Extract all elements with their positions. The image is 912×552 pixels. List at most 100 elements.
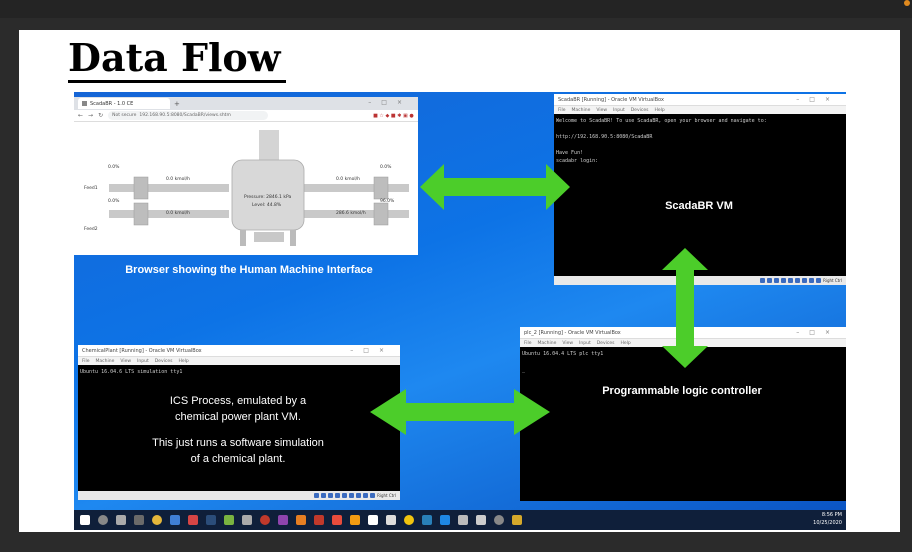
app-icon[interactable] (350, 515, 360, 525)
recording-indicator (904, 0, 910, 6)
chem-vm-menu[interactable]: File Machine View Input Devices Help (78, 357, 400, 365)
plc-vm-label: Programmable logic controller (602, 385, 762, 397)
terminal-line: Ubuntu 16.04.6 LTS simulation tty1 (80, 369, 183, 375)
hmi-flow-top-left: 0.0 kmol/h (166, 176, 190, 182)
chem-label-line: ICS Process, emulated by a (169, 395, 307, 407)
menu-input[interactable]: Input (613, 108, 625, 113)
chem-terminal[interactable]: Ubuntu 16.04.6 LTS simulation tty1 ICS P… (78, 365, 400, 491)
window-controls[interactable]: –□× (796, 96, 840, 103)
app-icon[interactable] (494, 515, 504, 525)
window-controls[interactable]: –□× (350, 347, 394, 354)
arrow-chem-plc (370, 389, 550, 435)
app-icon[interactable] (368, 515, 378, 525)
hmi-level: Level: 44.8% (252, 202, 282, 208)
taskbar-clock[interactable]: 8:56 PM 10/25/2020 (813, 511, 842, 527)
window-controls[interactable]: –□× (796, 329, 840, 336)
hmi-pressure: Pressure: 2846.1 kPa (244, 194, 291, 200)
app-icon[interactable] (332, 515, 342, 525)
chem-status-bar: Right Ctrl (78, 491, 400, 500)
address-bar[interactable]: Not secure 192.168.90.5:8080/ScadaBR/vie… (108, 111, 269, 120)
app-icon[interactable] (458, 515, 468, 525)
terminal-line: Have Fun! (556, 150, 584, 156)
menu-view[interactable]: View (120, 359, 131, 364)
back-icon[interactable]: ← (78, 112, 83, 119)
menu-devices[interactable]: Devices (155, 359, 173, 364)
tab-title: ScadaBR - 1.0 CE (90, 100, 134, 107)
not-secure-label: Not secure (112, 113, 137, 118)
app-icon[interactable] (386, 515, 396, 525)
clock-date: 10/25/2020 (813, 520, 842, 526)
arrow-browser-scadabr (420, 164, 570, 210)
menu-file[interactable]: File (524, 341, 532, 346)
hmi-pct-top-right: 0.0% (380, 164, 392, 170)
app-icon[interactable] (170, 515, 180, 525)
app-icon[interactable] (404, 515, 414, 525)
chrome-icon[interactable] (152, 515, 162, 525)
app-icon[interactable] (422, 515, 432, 525)
clock-time: 8:56 PM (821, 512, 842, 518)
app-icon[interactable] (314, 515, 324, 525)
app-icon[interactable] (476, 515, 486, 525)
hmi-diagram: 0.0% 0.0 kmol/h Feed1 0.0% 0.0 kmol/h Fe… (84, 130, 409, 246)
steam-icon[interactable] (206, 515, 216, 525)
app-icon[interactable] (512, 515, 522, 525)
plc-terminal[interactable]: Ubuntu 16.04.4 LTS plc tty1 _ Programmab… (520, 347, 846, 501)
chem-label-line: This just runs a software simulation (152, 437, 324, 449)
menu-devices[interactable]: Devices (631, 108, 649, 113)
menu-view[interactable]: View (562, 341, 573, 346)
chem-label-line: chemical power plant VM. (175, 411, 301, 423)
app-icon[interactable] (296, 515, 306, 525)
menu-machine[interactable]: Machine (538, 341, 557, 346)
arrow-scadabr-plc (662, 248, 708, 368)
reload-icon[interactable]: ↻ (98, 112, 103, 119)
hmi-pct-top-left: 0.0% (108, 164, 120, 170)
terminal-line: scadabr login: (556, 158, 599, 164)
browser-window[interactable]: ScadaBR - 1.0 CE + –□× ← → ↻ Not secure … (74, 97, 418, 255)
chem-label-line: of a chemical plant. (190, 453, 286, 465)
vscode-icon[interactable] (440, 515, 450, 525)
app-icon[interactable] (242, 515, 252, 525)
windows-taskbar: 8:56 PM 10/25/2020 (74, 510, 846, 530)
menu-file[interactable]: File (82, 359, 90, 364)
chem-vm-label: ICS Process, emulated by a chemical powe… (78, 393, 398, 467)
chem-vm-title: ChemicalPlant [Running] - Oracle VM Virt… (82, 347, 202, 354)
scadabr-vm-title: ScadaBR [Running] - Oracle VM VirtualBox (558, 96, 664, 103)
app-icon[interactable] (188, 515, 198, 525)
menu-help[interactable]: Help (620, 341, 630, 346)
browser-caption: Browser showing the Human Machine Interf… (125, 264, 373, 276)
menu-file[interactable]: File (558, 108, 566, 113)
app-icon[interactable] (260, 515, 270, 525)
start-icon[interactable] (80, 515, 90, 525)
extensions-icons[interactable]: ■ ☆ ◆ ■ ✱ ▣ ● (373, 113, 414, 119)
tab-favicon-icon (82, 101, 87, 106)
scadabr-vm-label: ScadaBR VM (665, 200, 733, 212)
hmi-flow-mid-left: 0.0 kmol/h (166, 210, 190, 216)
menu-input[interactable]: Input (579, 341, 591, 346)
hmi-pct-mid-left: 0.0% (108, 198, 120, 204)
window-controls[interactable]: –□× (368, 99, 412, 106)
host-key-label: Right Ctrl (377, 493, 396, 498)
app-icon[interactable] (134, 515, 144, 525)
menu-help[interactable]: Help (178, 359, 188, 364)
windows-desktop: ScadaBR - 1.0 CE + –□× ← → ↻ Not secure … (74, 92, 846, 510)
menu-input[interactable]: Input (137, 359, 149, 364)
menu-machine[interactable]: Machine (96, 359, 115, 364)
app-icon[interactable] (224, 515, 234, 525)
menu-help[interactable]: Help (654, 108, 664, 113)
browser-tab[interactable]: ScadaBR - 1.0 CE (78, 98, 170, 109)
new-tab-icon[interactable]: + (174, 100, 180, 108)
scadabr-vm-menu[interactable]: File Machine View Input Devices Help (554, 106, 846, 114)
hmi-feed2: Feed2 (84, 226, 98, 232)
forward-icon[interactable]: → (88, 112, 93, 119)
chemical-plant-vm-window[interactable]: ChemicalPlant [Running] - Oracle VM Virt… (78, 345, 400, 510)
plc-vm-title: plc_2 [Running] - Oracle VM VirtualBox (524, 329, 621, 336)
menu-devices[interactable]: Devices (597, 341, 615, 346)
search-icon[interactable] (98, 515, 108, 525)
terminal-line: http://192.168.90.5:8080/ScadaBR (556, 134, 653, 140)
menu-view[interactable]: View (596, 108, 607, 113)
app-icon[interactable] (278, 515, 288, 525)
task-view-icon[interactable] (116, 515, 126, 525)
viewer-top-bar (0, 0, 912, 18)
menu-machine[interactable]: Machine (572, 108, 591, 113)
slide-title: Data Flow (68, 36, 287, 83)
